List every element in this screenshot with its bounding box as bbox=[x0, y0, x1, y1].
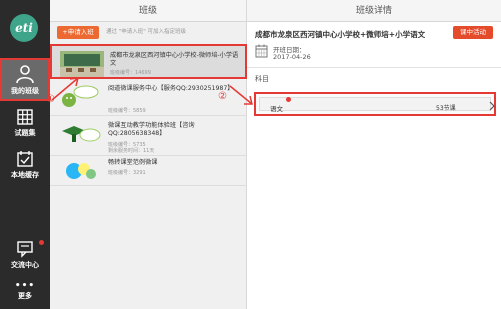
divider bbox=[247, 67, 501, 68]
class-toolbar: +申请入班 通过 "申请入班" 可加入指定班级 bbox=[50, 22, 246, 42]
in-class-activity-button[interactable]: 课中活动 bbox=[453, 26, 493, 39]
class-list-item[interactable]: 微课互动教学功能体验班【咨询QQ:2805638348】 班级编号：5735 剩… bbox=[50, 116, 247, 156]
sidebar-item-exchange-center[interactable]: 交流中心 bbox=[0, 240, 50, 274]
apply-join-class-button[interactable]: +申请入班 bbox=[57, 26, 99, 39]
person-icon bbox=[16, 65, 34, 84]
sidebar-item-local-cache[interactable]: 本地缓存 bbox=[0, 150, 50, 186]
start-date-value: 2017-04-26 bbox=[273, 53, 311, 61]
sidebar-item-more[interactable]: ••• 更多 bbox=[0, 282, 50, 306]
subject-section-label: 科目 bbox=[255, 75, 269, 83]
annotation-step-1: ① bbox=[46, 94, 55, 105]
subject-name: 语文 bbox=[270, 105, 283, 113]
class-detail-panel: 班级详情 成都市龙泉区西河镇中心小学校+微师培+小学语文 课中活动 开班日期： … bbox=[247, 0, 501, 309]
detail-panel-title: 班级详情 bbox=[247, 0, 501, 22]
chat-icon bbox=[17, 241, 33, 258]
left-sidebar: eti 我的班级 试题集 本地缓存 交流中心 ••• 更多 bbox=[0, 0, 50, 309]
class-number: 班级编号：14699 bbox=[110, 70, 151, 76]
sidebar-item-my-class[interactable]: 我的班级 bbox=[0, 58, 50, 101]
app-logo: eti bbox=[10, 14, 38, 42]
calendar-icon bbox=[255, 44, 268, 58]
subject-row-chinese[interactable]: 语文 53节课 bbox=[254, 92, 496, 116]
subject-row-inner: 语文 53节课 bbox=[259, 97, 495, 113]
grid-icon bbox=[17, 109, 33, 125]
sidebar-item-question-set[interactable]: 试题集 bbox=[0, 108, 50, 144]
class-name: 畅转课堂范例微课 bbox=[108, 159, 158, 166]
calendar-check-icon bbox=[17, 151, 33, 167]
apply-tip-text: 通过 "申请入班" 可加入指定班级 bbox=[106, 29, 187, 35]
class-name: 成都市龙泉区西河镇中心小学校-微师培-小学语文 bbox=[110, 52, 239, 67]
sidebar-item-label: 交流中心 bbox=[11, 261, 39, 269]
lesson-count: 53节课 bbox=[436, 105, 456, 112]
class-list-item[interactable]: 畅转课堂范例微课 班级编号：3291 bbox=[50, 156, 247, 186]
welcome-thumbnail bbox=[58, 121, 102, 147]
sidebar-item-label: 试题集 bbox=[14, 129, 36, 137]
notification-badge bbox=[39, 240, 44, 245]
class-number: 班级编号：3291 bbox=[108, 170, 146, 176]
remaining-service-time: 剩余服务时间：11天 bbox=[108, 148, 155, 154]
smooth-thumbnail bbox=[58, 158, 102, 184]
chevron-right-icon bbox=[489, 101, 495, 111]
sidebar-item-label: 本地缓存 bbox=[11, 171, 39, 179]
class-name: 微课互动教学功能体验班【咨询QQ:2805638348】 bbox=[108, 122, 195, 137]
red-dot-marker bbox=[286, 97, 291, 102]
annotation-step-2: ② bbox=[218, 91, 227, 102]
more-dots-icon: ••• bbox=[14, 281, 36, 291]
sidebar-item-label: 我的班级 bbox=[11, 87, 39, 95]
sidebar-item-label: 更多 bbox=[18, 292, 32, 300]
class-list: 成都市龙泉区西河镇中心小学校-微师培-小学语文 班级编号：14699 阅道微课服… bbox=[50, 44, 247, 186]
class-number: 班级编号：5859 bbox=[108, 108, 146, 114]
class-panel: 班级 +申请入班 通过 "申请入班" 可加入指定班级 成都市龙泉区西河镇中心小学… bbox=[50, 0, 247, 309]
class-full-name: 成都市龙泉区西河镇中心小学校+微师培+小学语文 bbox=[255, 30, 426, 39]
annotation-arrow-2 bbox=[229, 85, 253, 105]
class-panel-title: 班级 bbox=[50, 0, 246, 22]
